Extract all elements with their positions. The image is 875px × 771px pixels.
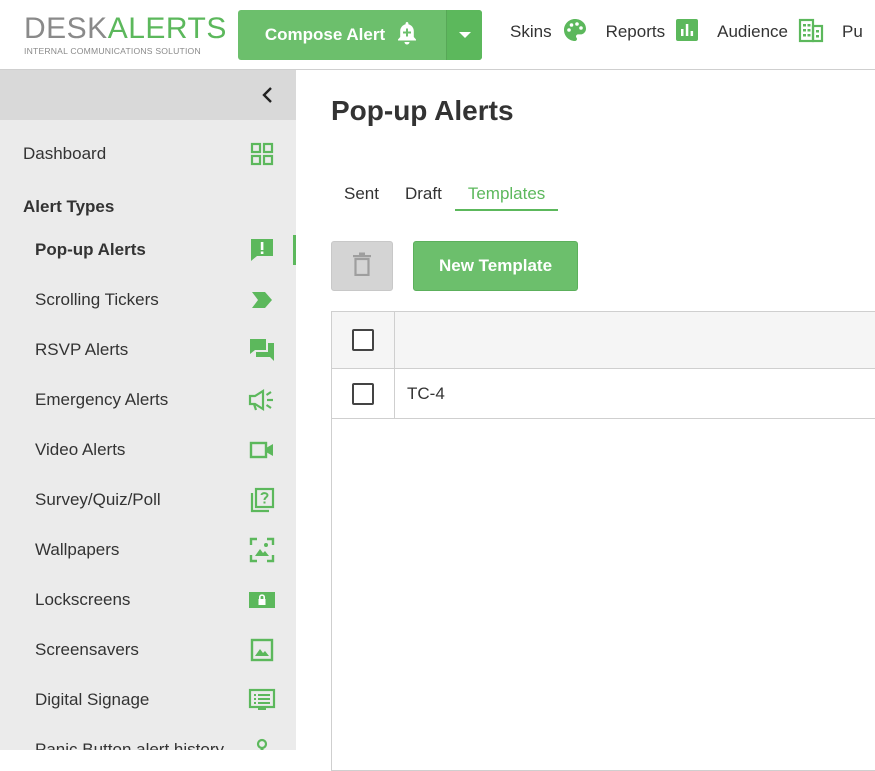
building-icon [798, 17, 824, 48]
sidebar-item-lockscreens[interactable]: Lockscreens [0, 575, 296, 625]
table-header [332, 312, 875, 369]
sidebar-item-rsvp-alerts[interactable]: RSVP Alerts [0, 325, 296, 375]
sidebar-item-digital-signage[interactable]: Digital Signage [0, 675, 296, 725]
row-checkbox[interactable] [352, 382, 374, 405]
sidebar-item-panic-button-history[interactable]: Panic Button alert history [0, 725, 296, 750]
logo-word-alerts: ALERTS [107, 12, 227, 45]
compose-alert-button-group: Compose Alert [238, 10, 482, 60]
sidebar-item-label: Screensavers [35, 640, 139, 659]
sidebar-item-wallpapers[interactable]: Wallpapers [0, 525, 296, 575]
sidebar-item-survey-quiz-poll[interactable]: Survey/Quiz/Poll [0, 475, 296, 525]
nav-skins[interactable]: Skins [510, 17, 588, 48]
header-checkbox-cell [332, 312, 395, 368]
select-all-checkbox[interactable] [352, 329, 374, 351]
template-name-cell[interactable]: TC-4 [395, 369, 875, 418]
sidebar-item-label: Emergency Alerts [35, 390, 169, 409]
logo-word-desk: DESK [24, 12, 108, 45]
sidebar-item-label: Video Alerts [35, 440, 126, 459]
sidebar-item-label: Digital Signage [35, 690, 150, 709]
logo-wordmark: DESKALERTS [24, 12, 226, 45]
megaphone-icon [248, 386, 276, 414]
active-item-marker [293, 235, 296, 265]
sidebar-item-screensavers[interactable]: Screensavers [0, 625, 296, 675]
row-checkbox-cell [332, 369, 395, 418]
sidebar-item-label: Dashboard [23, 144, 107, 163]
nav-audience-label: Audience [717, 22, 788, 41]
tab-sent[interactable]: Sent [331, 178, 392, 211]
sidebar-item-label: Survey/Quiz/Poll [35, 490, 161, 509]
sidebar-item-dashboard[interactable]: Dashboard [0, 129, 296, 179]
sidebar-item-label: Panic Button alert history [35, 740, 224, 750]
tab-templates[interactable]: Templates [454, 178, 559, 211]
sidebar: Dashboard Alert Types Pop-up Alerts Scro… [0, 70, 296, 750]
chevron-left-icon[interactable] [258, 85, 278, 105]
nav-publisher-label: Pu [842, 22, 863, 41]
nav-reports[interactable]: Reports [606, 18, 700, 47]
sidebar-item-popup-alerts[interactable]: Pop-up Alerts [0, 225, 296, 275]
nav-audience[interactable]: Audience [717, 17, 824, 48]
sidebar-section-heading: Alert Types [23, 197, 115, 216]
image-icon [248, 636, 276, 664]
nav-reports-label: Reports [605, 22, 666, 41]
caret-down-icon [458, 32, 471, 38]
sidebar-item-video-alerts[interactable]: Video Alerts [0, 425, 296, 475]
popup-alert-icon [248, 236, 276, 264]
tab-draft[interactable]: Draft [392, 178, 455, 211]
table-row[interactable]: TC-4 [332, 369, 875, 419]
top-header: DESKALERTS INTERNAL COMMUNICATIONS SOLUT… [0, 0, 875, 70]
compose-dropdown-toggle[interactable] [446, 10, 482, 60]
sidebar-item-label: Scrolling Tickers [35, 290, 159, 309]
delete-button[interactable] [331, 241, 393, 291]
bar-chart-icon [675, 18, 699, 47]
question-stack-icon [248, 486, 276, 514]
lockscreen-icon [248, 586, 276, 614]
compose-alert-label: Compose Alert [264, 25, 386, 44]
desk-alerts-logo[interactable]: DESKALERTS INTERNAL COMMUNICATIONS SOLUT… [24, 12, 226, 57]
page-title: Pop-up Alerts [331, 95, 514, 126]
video-camera-icon [248, 436, 276, 464]
ticker-arrow-icon [248, 286, 276, 314]
signage-icon [248, 686, 276, 714]
nav-publisher-truncated[interactable]: Pu [842, 22, 873, 42]
trash-icon [352, 252, 372, 281]
grid-icon [248, 140, 276, 168]
templates-table: TC-4 [331, 311, 875, 771]
sidebar-item-scrolling-tickers[interactable]: Scrolling Tickers [0, 275, 296, 325]
panic-button-icon [248, 736, 276, 750]
palette-icon [562, 17, 588, 48]
nav-skins-label: Skins [510, 22, 552, 41]
chat-bubbles-icon [248, 336, 276, 364]
sidebar-item-label: Lockscreens [35, 590, 131, 609]
new-template-button[interactable]: New Template [413, 241, 578, 291]
top-navigation: Skins Reports Audience Pu [510, 16, 875, 48]
header-name-cell[interactable] [395, 312, 875, 368]
sidebar-item-emergency-alerts[interactable]: Emergency Alerts [0, 375, 296, 425]
alert-tabs: Sent Draft Templates [331, 178, 559, 211]
compose-alert-button[interactable]: Compose Alert [238, 10, 446, 60]
bell-plus-icon [395, 20, 419, 51]
sidebar-item-label: Pop-up Alerts [35, 240, 146, 259]
sidebar-item-label: RSVP Alerts [35, 340, 129, 359]
sidebar-collapse-bar [0, 70, 296, 120]
wallpaper-icon [248, 536, 276, 564]
logo-tagline: INTERNAL COMMUNICATIONS SOLUTION [24, 46, 201, 56]
sidebar-item-label: Wallpapers [35, 540, 120, 559]
